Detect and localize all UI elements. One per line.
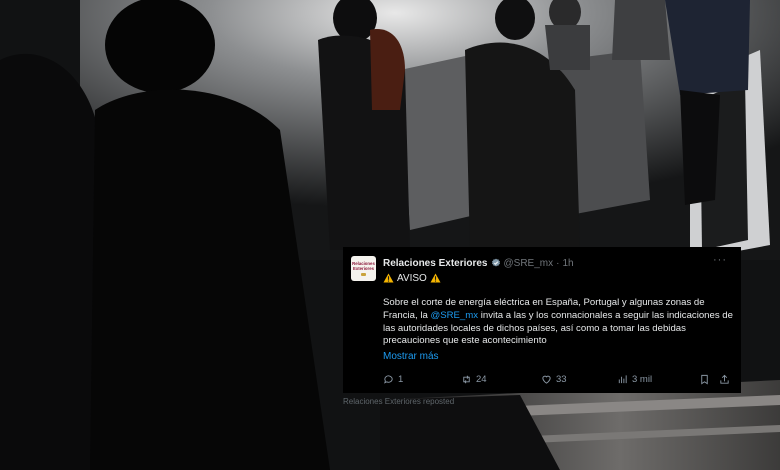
bookmark-button[interactable] — [699, 372, 714, 386]
mention-link[interactable]: @SRE_mx — [430, 310, 478, 321]
bookmark-icon — [701, 374, 708, 384]
views-count: 3 mil — [632, 373, 653, 385]
verified-badge-icon — [491, 258, 500, 267]
avatar-logo-text: Relaciones Exteriores — [352, 261, 375, 271]
repost-button[interactable]: 24 — [461, 372, 487, 386]
views-button[interactable]: 3 mil — [617, 372, 652, 386]
like-icon — [542, 375, 551, 384]
reply-button[interactable]: 1 — [383, 372, 403, 386]
share-icon — [720, 374, 729, 384]
share-button[interactable] — [719, 372, 734, 386]
like-button[interactable]: 33 — [541, 372, 567, 386]
next-tweet-preview: Relaciones Exteriores reposted — [343, 397, 741, 407]
views-icon — [618, 374, 627, 383]
author-name[interactable]: Relaciones Exteriores — [383, 258, 488, 269]
aviso-line: AVISO — [383, 271, 441, 285]
tweet-timestamp[interactable]: 1h — [562, 258, 573, 269]
reply-count: 1 — [398, 373, 404, 385]
repost-count: 24 — [476, 373, 487, 385]
author-handle[interactable]: @SRE_mx — [504, 258, 554, 269]
reply-icon — [384, 374, 393, 384]
tweet-card[interactable]: Relaciones Exteriores Relaciones Exterio… — [343, 247, 741, 393]
header-separator: · — [556, 257, 560, 269]
avatar-seal — [361, 273, 366, 276]
tweet-header: Relaciones Exteriores @SRE_mx · 1h — [383, 256, 574, 270]
warning-icon — [383, 273, 394, 283]
show-more-link[interactable]: Mostrar más — [383, 351, 439, 362]
repost-icon — [463, 375, 470, 383]
aviso-label: AVISO — [397, 272, 427, 284]
author-avatar[interactable]: Relaciones Exteriores — [351, 256, 376, 281]
like-count: 33 — [556, 373, 567, 385]
tweet-body: Sobre el corte de energía eléctrica en E… — [383, 297, 733, 348]
next-tweet-text: Relaciones Exteriores reposted — [343, 397, 455, 406]
warning-icon — [430, 273, 441, 283]
tweet-actions: 1 24 33 3 mil — [383, 372, 733, 386]
more-icon[interactable]: ··· — [713, 254, 727, 266]
